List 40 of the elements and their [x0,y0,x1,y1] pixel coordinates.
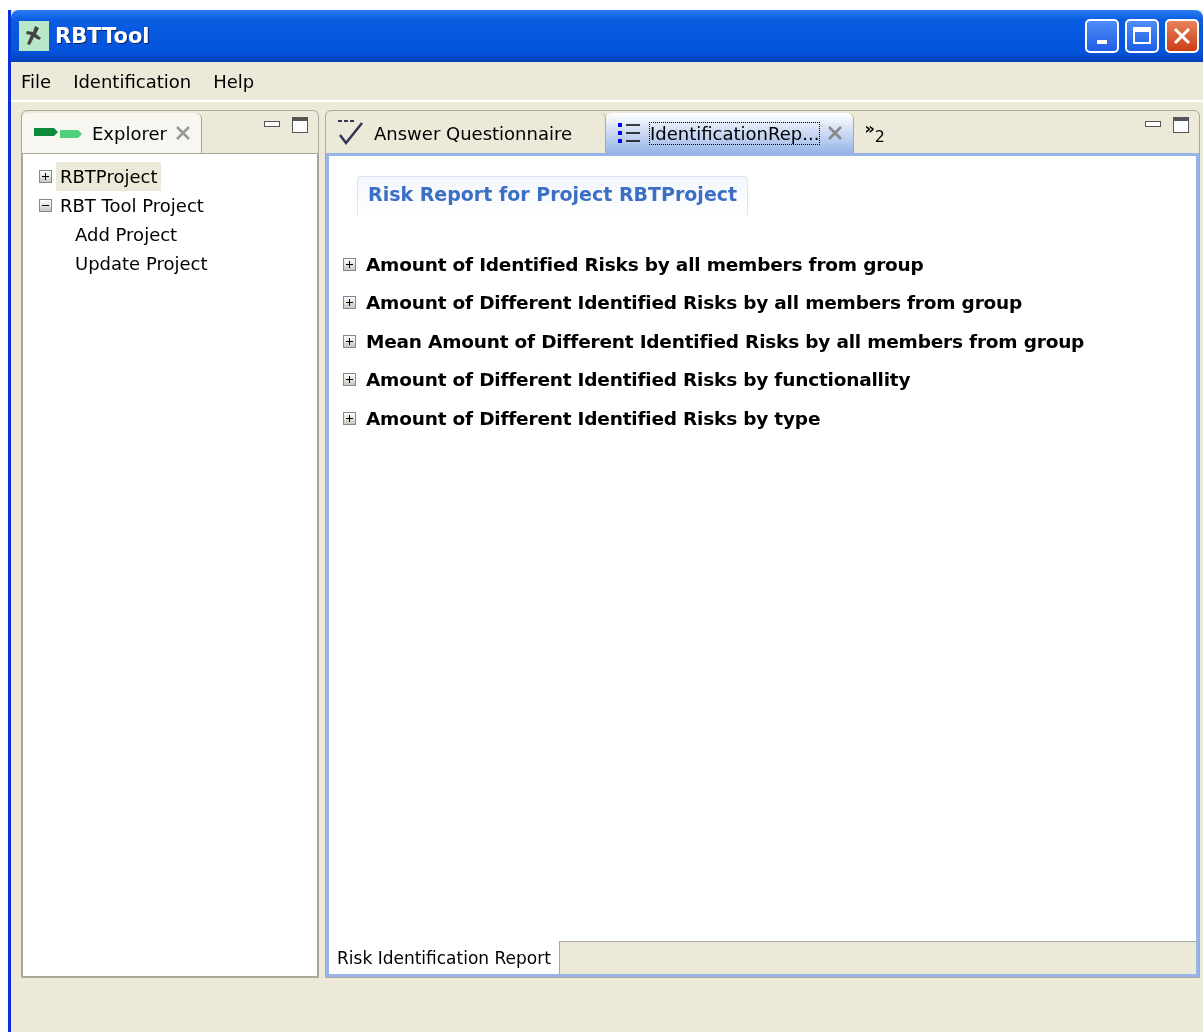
explorer-tab[interactable]: Explorer [22,113,202,153]
section-heading[interactable]: Amount of Different Identified Risks by all members from group [366,292,1023,314]
menu-item[interactable]: File [21,70,52,92]
menu-item[interactable]: Identification [73,70,192,92]
window-title: RBTTool [55,24,151,48]
tree-item[interactable]: Update Project [71,249,212,278]
tree-item[interactable]: Add Project [71,220,182,249]
close-icon[interactable] [174,125,191,141]
tree-item[interactable]: RBTProject [56,162,162,191]
more-tabs-button[interactable]: »2 [854,113,895,153]
spellcheck-icon [336,119,366,147]
expand-icon[interactable] [343,373,356,387]
section-heading[interactable]: Amount of Different Identified Risks by functionallity [366,369,911,391]
section-heading[interactable]: Mean Amount of Different Identified Risks by all members from group [366,330,1085,352]
maximize-icon[interactable] [1173,117,1189,133]
minimize-icon[interactable] [1145,121,1161,129]
minimize-icon [1097,40,1107,44]
expand-icon[interactable] [343,296,356,310]
maximize-icon [1132,26,1152,46]
editor-tab[interactable]: IdentificationRep... [606,113,855,153]
page-tab[interactable]: Risk Identification Report [329,941,560,974]
tree-item[interactable]: RBT Tool Project [56,191,208,220]
expand-icon[interactable] [343,334,356,348]
list-icon [616,121,642,145]
expand-icon[interactable] [39,170,52,183]
expand-icon[interactable] [343,411,356,425]
running-figure-icon [19,21,49,51]
report-title: Risk Report for Project RBTProject [357,176,749,215]
minimize-icon[interactable] [264,121,280,129]
menu-item[interactable]: Help [213,70,255,92]
minimize-button[interactable] [1085,19,1119,53]
maximize-icon[interactable] [292,117,308,133]
section-heading[interactable]: Amount of Different Identified Risks by type [366,407,821,429]
expand-icon[interactable] [343,257,356,271]
maximize-button[interactable] [1125,19,1159,53]
section-heading[interactable]: Amount of Identified Risks by all members from group [366,253,924,275]
collapse-icon[interactable] [39,199,52,212]
close-icon[interactable] [827,125,844,141]
close-button[interactable] [1165,19,1199,53]
close-icon [1172,26,1192,46]
